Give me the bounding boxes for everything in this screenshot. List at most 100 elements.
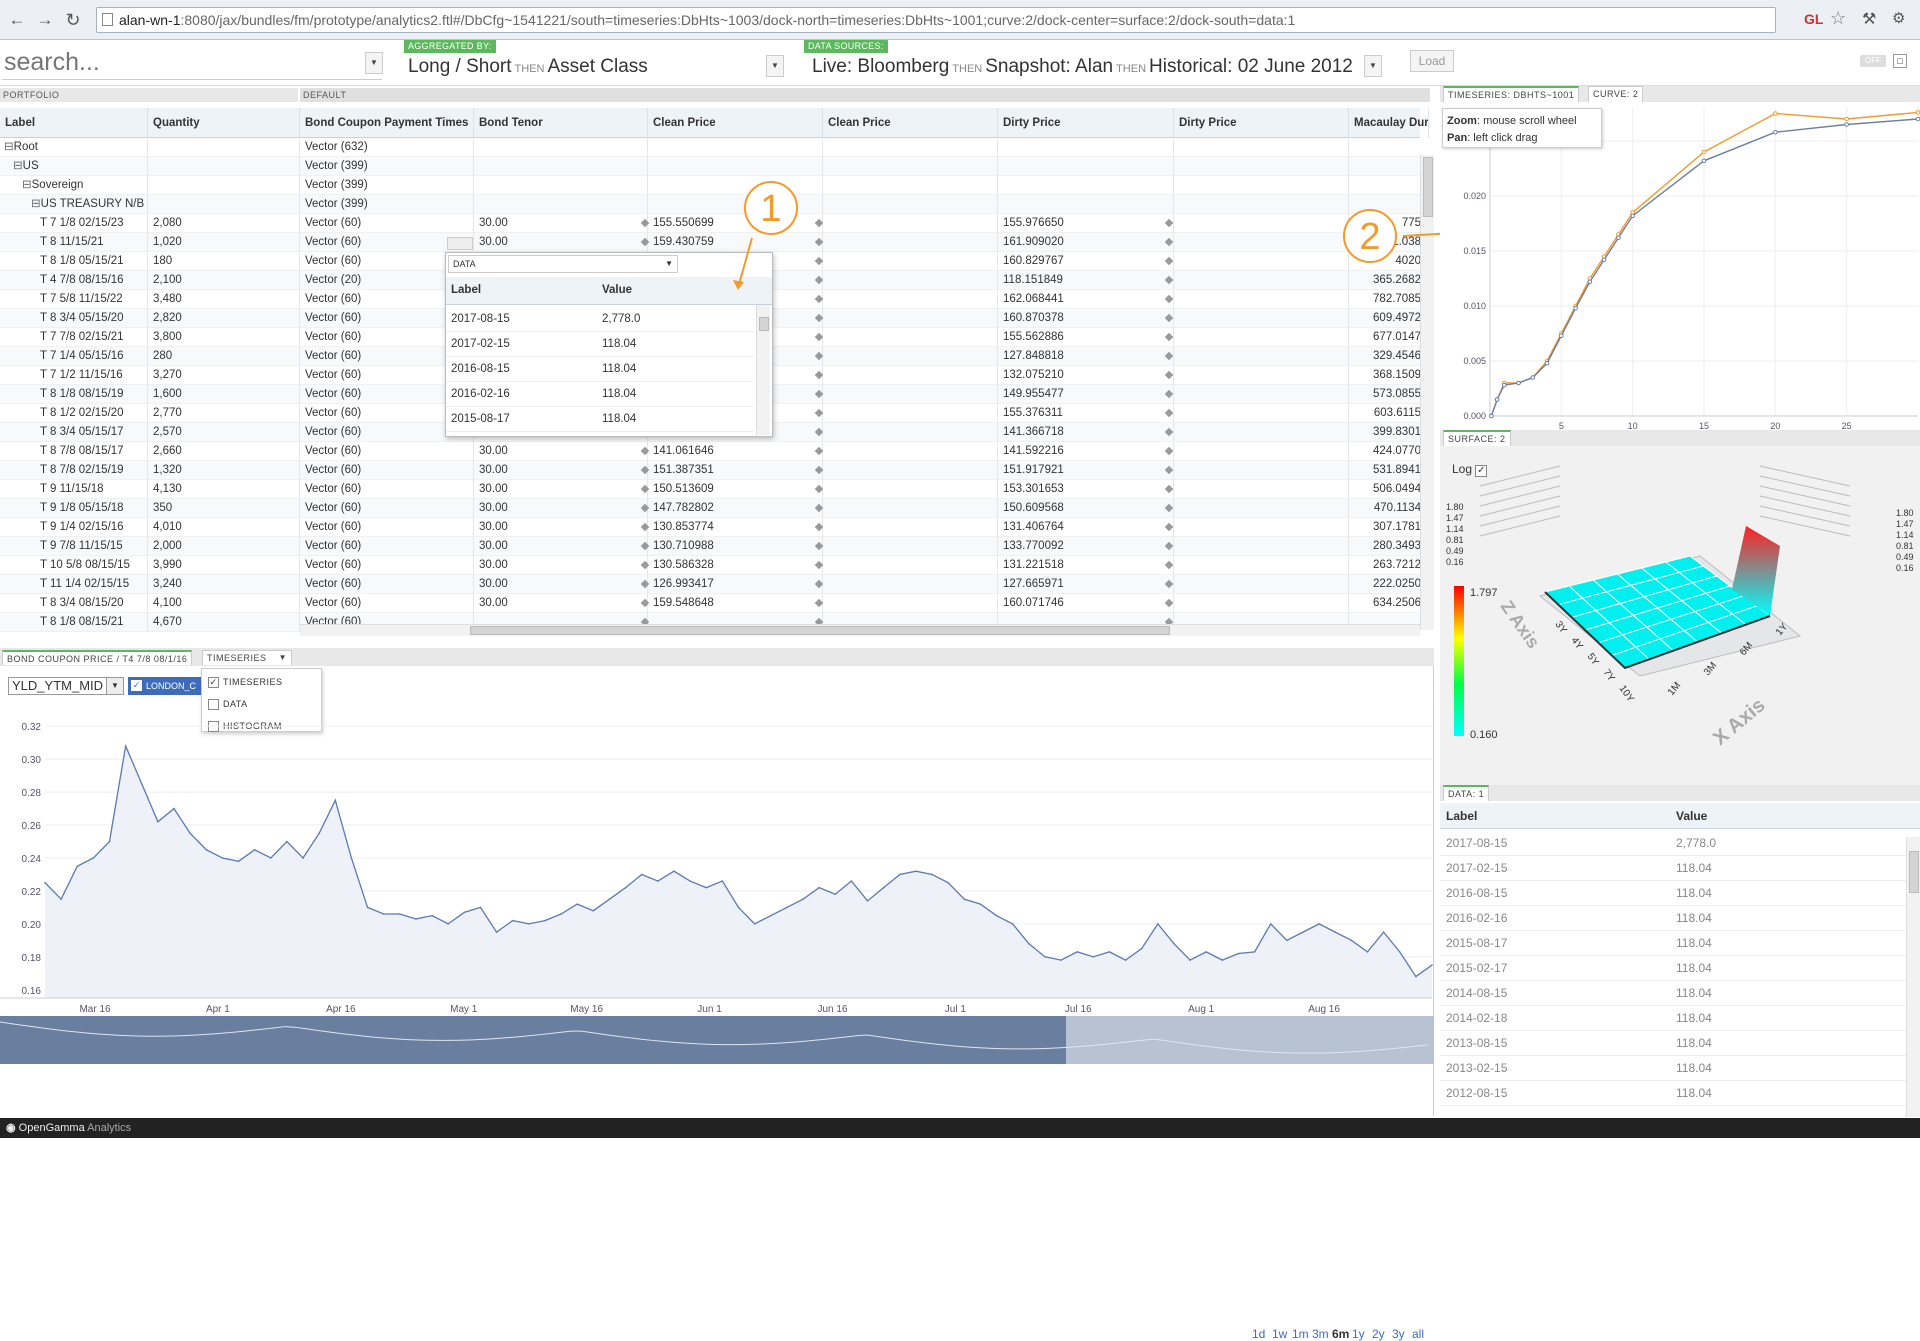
cell-qty[interactable]: 3,990 [148,556,300,575]
cell-tenor[interactable]: 30.00 [474,556,648,575]
table-row[interactable]: T 8 7/8 08/15/172,660Vector (60)30.00141… [0,442,1420,461]
range-1w[interactable]: 1w [1272,1327,1287,1341]
cell-empty[interactable] [1174,252,1349,271]
portfolio-tab[interactable]: PORTFOLIO [0,88,298,102]
scroll-thumb[interactable] [759,317,769,331]
cell-qty[interactable]: 2,770 [148,404,300,423]
cell-mac[interactable]: 399.8301 [1349,423,1429,442]
range-3y[interactable]: 3y [1392,1327,1405,1341]
cell-qty[interactable] [148,195,300,214]
maximize-icon[interactable]: □ [1893,54,1907,68]
cell-qty[interactable]: 2,100 [148,271,300,290]
search-input[interactable] [2,46,382,80]
cell-empty[interactable] [1174,423,1349,442]
cell-dirty[interactable]: 160.829767 [998,252,1174,271]
cell-mac[interactable]: 573.0855 [1349,385,1429,404]
aggregation-dropdown-button[interactable]: ▼ [766,55,784,77]
checkbox-checked-icon[interactable]: ✓ [208,677,219,688]
cell-dirty[interactable]: 127.665971 [998,575,1174,594]
cell-tenor[interactable]: 30.00 [474,499,648,518]
table-row[interactable]: T 7 1/8 02/15/232,080Vector (60)30.00155… [0,214,1420,233]
cell-tenor[interactable]: 30.00 [474,214,648,233]
cell-mac[interactable]: 307.1781 [1349,518,1429,537]
range-1y[interactable]: 1y [1352,1327,1365,1341]
off-toggle[interactable]: OFF [1860,55,1886,67]
cell-tenor[interactable]: 30.00 [474,537,648,556]
cell-clean[interactable]: 150.513609 [648,480,823,499]
cell-vec[interactable]: Vector (399) [300,176,474,195]
cell-mac[interactable] [1349,157,1429,176]
table-row[interactable]: T 9 1/4 02/15/164,010Vector (60)30.00130… [0,518,1420,537]
cell-vec[interactable]: Vector (60) [300,480,474,499]
popup-row[interactable]: 2015-08-17118.04 [446,407,754,432]
cell-empty[interactable] [1174,518,1349,537]
cell-empty[interactable] [823,138,998,157]
cell-qty[interactable]: 4,100 [148,594,300,613]
search-dropdown-button[interactable]: ▼ [365,52,383,74]
cell-vec[interactable]: Vector (60) [300,537,474,556]
collapse-icon[interactable]: ⊟ [22,179,32,191]
cell-qty[interactable]: 2,570 [148,423,300,442]
cell-dirty[interactable]: 155.976650 [998,214,1174,233]
cell-empty[interactable] [1174,309,1349,328]
cell-dirty[interactable]: 151.917921 [998,461,1174,480]
cell-empty[interactable] [823,214,998,233]
cell-dirty[interactable]: 162.068441 [998,290,1174,309]
cell-mac[interactable]: 365.2682 [1349,271,1429,290]
tab-bond-coupon-price[interactable]: BOND COUPON PRICE / T4 7/8 08/1/16 [2,650,192,665]
cell-tenor[interactable]: 30.00 [474,518,648,537]
cell-empty[interactable] [1174,556,1349,575]
cell-qty[interactable]: 2,660 [148,442,300,461]
range-3m[interactable]: 3m [1312,1327,1329,1341]
cell-clean[interactable] [648,176,823,195]
cell-dirty[interactable]: 155.562886 [998,328,1174,347]
cell-tenor[interactable] [474,195,648,214]
default-view-tab[interactable]: DEFAULT [300,88,1430,102]
cell-dirty[interactable] [998,157,1174,176]
cell-dirty[interactable]: 133.770092 [998,537,1174,556]
cell-tenor[interactable]: 30.00 [474,233,648,252]
cell-tenor[interactable]: 30.00 [474,575,648,594]
cell-empty[interactable] [823,271,998,290]
column-header[interactable]: Macaulay Dura [1349,108,1429,138]
cell-empty[interactable] [823,385,998,404]
cell-qty[interactable]: 4,670 [148,613,300,632]
cell-empty[interactable] [823,461,998,480]
tab-data[interactable]: DATA: 1 [1443,785,1489,801]
cell-mac[interactable]: 470.1134 [1349,499,1429,518]
cell-empty[interactable] [1174,404,1349,423]
cell-empty[interactable] [1174,537,1349,556]
column-header[interactable]: Dirty Price [1174,108,1349,138]
cell-dirty[interactable]: 132.075210 [998,366,1174,385]
cell-clean[interactable]: 141.061646 [648,442,823,461]
wrench-icon[interactable]: ⚒ [1862,9,1876,29]
list-item[interactable]: 2013-08-15118.04 [1440,1031,1908,1056]
cell-empty[interactable] [1174,138,1349,157]
cell-dirty[interactable]: 160.071746 [998,594,1174,613]
cell-empty[interactable] [823,423,998,442]
cell-clean[interactable]: 159.430759 [648,233,823,252]
cell-mac[interactable]: 329.4546 [1349,347,1429,366]
popup-row[interactable]: 2016-08-15118.04 [446,357,754,382]
cell-dirty[interactable]: 161.909020 [998,233,1174,252]
table-row[interactable]: ⊟USVector (399) [0,157,1420,176]
cell-qty[interactable]: 280 [148,347,300,366]
list-item[interactable]: 2016-08-15118.04 [1440,881,1908,906]
table-row[interactable]: T 8 7/8 02/15/191,320Vector (60)30.00151… [0,461,1420,480]
cell-empty[interactable] [823,499,998,518]
cell-qty[interactable]: 4,130 [148,480,300,499]
log-checkbox[interactable]: ✓ [1475,465,1487,477]
collapse-icon[interactable]: ⊟ [31,198,41,210]
cell-mac[interactable]: 782.7085 [1349,290,1429,309]
cell-qty[interactable]: 2,000 [148,537,300,556]
cell-empty[interactable] [1174,499,1349,518]
navigator-window[interactable] [1066,1016,1434,1064]
column-header[interactable]: Label [0,108,148,138]
cell-qty[interactable]: 1,020 [148,233,300,252]
cell-dirty[interactable]: 155.376311 [998,404,1174,423]
cell-empty[interactable] [1174,214,1349,233]
forward-icon[interactable]: → [34,9,56,31]
curve-chart[interactable]: 0.0250.0200.0150.0100.0050.000510152025 [1440,102,1920,432]
cell-clean[interactable]: 151.387351 [648,461,823,480]
load-button[interactable]: Load [1410,50,1454,72]
